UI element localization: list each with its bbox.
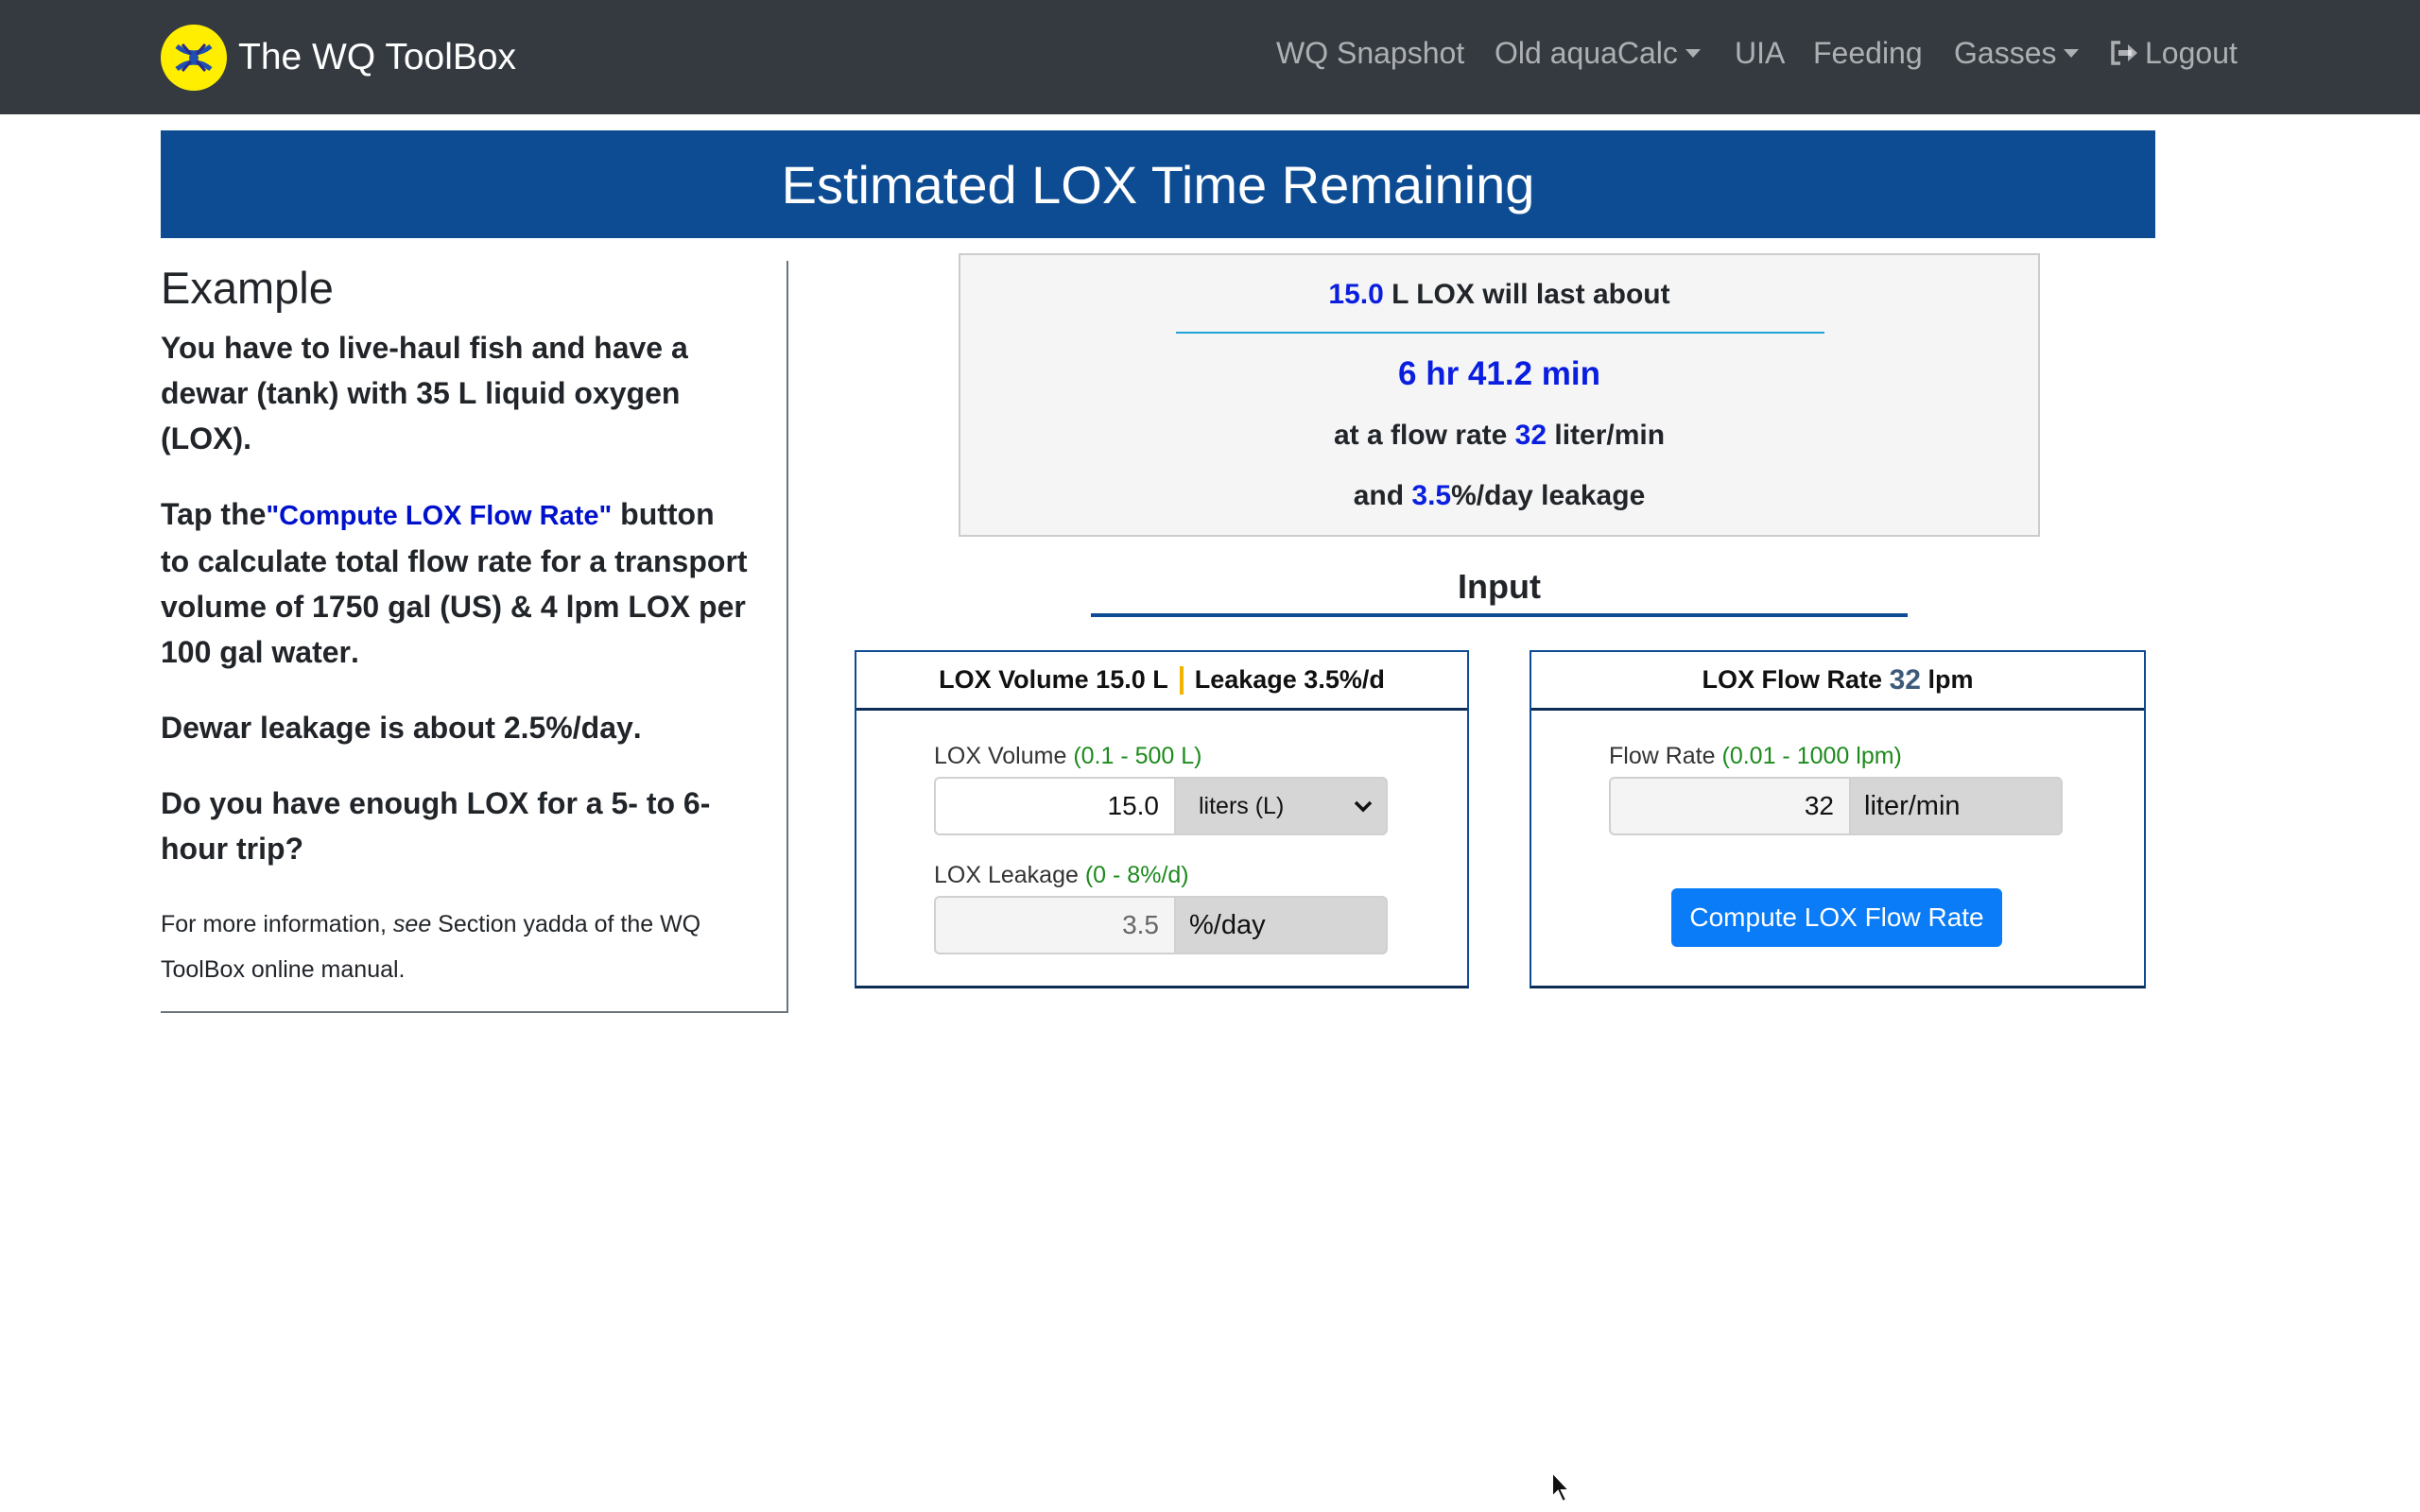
example-paragraph-3: Dewar leakage is about 2.5%/day.: [161, 705, 749, 750]
lox-volume-unit-value: liters (L): [1199, 792, 1285, 819]
nav-wq-snapshot[interactable]: WQ Snapshot: [1276, 36, 1464, 71]
volume-card-header-volume: LOX Volume 15.0 L: [939, 665, 1168, 694]
nav-feeding-label: Feeding: [1813, 36, 1923, 70]
result-box: 15.0 L LOX will last about 6 hr 41.2 min…: [959, 253, 2040, 537]
example-footnote: For more information, see Section yadda …: [161, 902, 749, 992]
example-panel: Example You have to live-haul fish and h…: [161, 261, 788, 1013]
nav-uia-label: UIA: [1735, 36, 1786, 70]
result-flow-suffix: liter/min: [1547, 420, 1666, 451]
logout-icon: [2109, 39, 2139, 75]
nav-logout-label: Logout: [2145, 36, 2238, 70]
flow-rate-group: 32 liter/min: [1609, 777, 2063, 835]
input-heading-underline: [1091, 613, 1908, 617]
example-p3-leakage: 2.5%/day: [503, 711, 633, 745]
lox-volume-group: 15.0 liters (L): [934, 777, 1388, 835]
nav-logout[interactable]: Logout: [2109, 36, 2238, 75]
volume-leakage-card: LOX Volume 15.0 L Leakage 3.5%/d LOX Vol…: [855, 650, 1469, 988]
lox-leakage-input[interactable]: 3.5: [934, 896, 1174, 954]
example-compute-link: "Compute LOX Flow Rate": [266, 501, 613, 531]
header-separator: [1179, 665, 1184, 695]
result-volume-suffix: L LOX will last about: [1383, 279, 1670, 310]
chevron-down-icon: [2064, 49, 2080, 58]
footnote-text: For more information,: [161, 911, 393, 937]
flow-rate-card: LOX Flow Rate 32 lpm Flow Rate (0.01 - 1…: [1530, 650, 2146, 988]
example-p2-amp: &: [501, 590, 541, 624]
example-p2-text: Tap the: [161, 497, 267, 531]
result-time: 6 hr 41.2 min: [1398, 355, 1600, 392]
brand-title: The WQ ToolBox: [238, 37, 517, 77]
navbar: The WQ ToolBox WQ Snapshot Old aquaCalc …: [0, 0, 2420, 114]
flow-card-header: LOX Flow Rate 32 lpm: [1531, 652, 2144, 711]
example-p3-end: .: [632, 711, 642, 745]
result-leak-suffix: %/day leakage: [1451, 480, 1646, 511]
flow-card-header-prefix: LOX Flow Rate: [1702, 665, 1883, 694]
page-title: Estimated LOX Time Remaining: [781, 154, 1535, 215]
brand-link[interactable]: The WQ ToolBox: [161, 25, 516, 91]
result-leak-prefix: and: [1353, 480, 1412, 511]
result-flow-line: at a flow rate 32 liter/min: [960, 420, 2038, 452]
result-divider: [1176, 332, 1824, 334]
page-title-banner: Estimated LOX Time Remaining: [161, 130, 2155, 238]
nav-feeding[interactable]: Feeding: [1813, 36, 1923, 71]
lox-leakage-range: (0 - 8%/d): [1084, 862, 1189, 888]
example-p3-text: Dewar leakage is about: [161, 711, 504, 745]
compute-lox-flow-rate-button[interactable]: Compute LOX Flow Rate: [1671, 888, 2002, 947]
fish-logo-icon: [161, 25, 227, 91]
volume-card-header: LOX Volume 15.0 L Leakage 3.5%/d: [856, 652, 1467, 711]
flow-rate-label: Flow Rate (0.01 - 1000 lpm): [1609, 743, 1902, 770]
nav-uia[interactable]: UIA: [1735, 36, 1785, 71]
flow-rate-label-text: Flow Rate: [1609, 743, 1716, 769]
volume-card-header-leakage: Leakage 3.5%/d: [1194, 665, 1385, 694]
lox-volume-input[interactable]: 15.0: [934, 777, 1174, 835]
lox-leakage-label: LOX Leakage (0 - 8%/d): [934, 862, 1189, 889]
nav-wq-snapshot-label: WQ Snapshot: [1276, 36, 1465, 70]
result-volume-line: 15.0 L LOX will last about: [960, 279, 2038, 311]
nav-old-aquacalc-label: Old aquaCalc: [1495, 36, 1678, 70]
lox-leakage-group: 3.5 %/day: [934, 896, 1388, 954]
lox-volume-label: LOX Volume (0.1 - 500 L): [934, 743, 1202, 770]
lox-leakage-label-text: LOX Leakage: [934, 862, 1079, 888]
footnote-see: see: [392, 911, 432, 937]
example-p2-volume: 1750 gal (US): [312, 590, 502, 624]
example-paragraph-4: Do you have enough LOX for a 5- to 6-hou…: [161, 786, 711, 866]
example-paragraph-1: You have to live-haul fish and have a de…: [161, 325, 749, 461]
lox-volume-range: (0.1 - 500 L): [1073, 743, 1202, 769]
result-volume-value: 15.0: [1328, 279, 1384, 310]
chevron-down-icon: [1354, 800, 1373, 813]
flow-rate-input[interactable]: 32: [1609, 777, 1849, 835]
example-heading: Example: [161, 263, 334, 313]
result-leak-value: 3.5: [1411, 480, 1452, 511]
flow-card-header-suffix: lpm: [1927, 665, 1974, 694]
example-p2-end: .: [351, 635, 359, 669]
result-flow-prefix: at a flow rate: [1333, 420, 1515, 451]
flow-card-header-value: 32: [1889, 663, 1921, 696]
result-leak-line: and 3.5%/day leakage: [960, 480, 2038, 512]
nav-gasses-label: Gasses: [1954, 36, 2057, 70]
chevron-down-icon: [1685, 49, 1701, 58]
flow-rate-unit: liter/min: [1849, 777, 2063, 835]
result-flow-value: 32: [1514, 420, 1547, 451]
nav-gasses-dropdown[interactable]: Gasses: [1954, 36, 2080, 71]
compute-button-label: Compute LOX Flow Rate: [1689, 902, 1984, 932]
flow-rate-range: (0.01 - 1000 lpm): [1721, 743, 1902, 769]
lox-leakage-unit: %/day: [1174, 896, 1388, 954]
example-p1-volume: 35 L: [416, 376, 477, 410]
lox-volume-label-text: LOX Volume: [934, 743, 1067, 769]
input-heading: Input: [1458, 567, 1541, 606]
lox-volume-unit-select[interactable]: liters (L): [1174, 777, 1388, 835]
nav-old-aquacalc-dropdown[interactable]: Old aquaCalc: [1495, 36, 1701, 71]
mouse-pointer-icon: [1550, 1469, 1573, 1509]
example-paragraph-2: Tap the"Compute LOX Flow Rate" button to…: [161, 491, 749, 675]
